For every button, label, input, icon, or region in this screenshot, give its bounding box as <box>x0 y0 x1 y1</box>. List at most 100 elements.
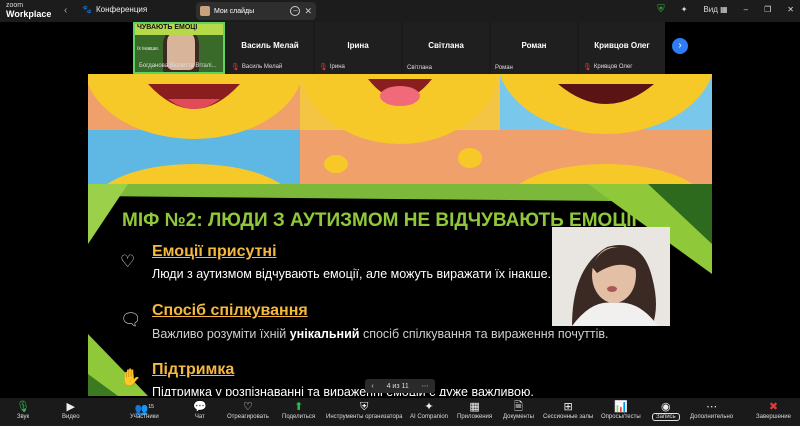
ai-label: AI Companion <box>410 414 449 420</box>
chat-button[interactable]: 💬 Чат <box>193 400 207 420</box>
logo-bottom: Workplace <box>6 9 52 19</box>
sparkle-icon[interactable]: ✦ <box>681 5 688 14</box>
speaker-figure <box>552 227 670 326</box>
ai-sparkle-icon: ✦ <box>424 401 434 413</box>
bar-chart-icon: 📊 <box>613 401 628 413</box>
participant-strip: ЧУВАЮТЬ ЕМОЦІ їх інакше. Богданова Віоле… <box>133 22 665 74</box>
participant-name: 🎙 Василь Мелай <box>231 64 283 71</box>
share-screen-icon: ⬆ <box>293 401 304 413</box>
window-restore-icon[interactable]: ❐ <box>764 5 771 14</box>
chat-icon: 🗨 <box>120 310 142 329</box>
slides-thumb-icon <box>200 6 210 16</box>
page-indicator: 4 из 11 <box>386 382 409 390</box>
shared-slide-subtext: їх інакше. <box>137 46 160 52</box>
polls-label: Опросы/тесты <box>601 414 641 420</box>
mic-muted-icon: 🎙 <box>583 64 592 71</box>
conference-tab[interactable]: 🐾 Конференция <box>82 5 147 14</box>
breakout-rooms-button[interactable]: ⊞ Сессионные залы <box>543 400 593 420</box>
participant-tile[interactable]: Василь Мелай 🎙 Василь Мелай <box>227 22 313 74</box>
title-bar: zoom Workplace ‹ 🐾 Конференция Мои слайд… <box>0 0 800 22</box>
ai-companion-button[interactable]: ✦ AI Companion <box>410 400 448 420</box>
audio-button[interactable]: 🎙 Звук <box>16 400 30 420</box>
heart-icon: ♡ <box>120 252 136 271</box>
shield-icon[interactable]: ⛨ <box>657 4 665 15</box>
window-close-icon[interactable]: ✕ <box>787 5 794 14</box>
participant-name: Богданова Віолетта Віталі... <box>139 63 217 69</box>
polls-button[interactable]: 📊 Опросы/тесты <box>601 400 641 420</box>
participant-tile-active[interactable]: ЧУВАЮТЬ ЕМОЦІ їх інакше. Богданова Віоле… <box>133 22 225 74</box>
item-heading: Спосіб спілкування <box>152 302 308 319</box>
record-label: Запись <box>652 413 680 421</box>
slide-emoji-image <box>88 74 712 184</box>
participants-button[interactable]: 👥15 Участники <box>130 400 159 420</box>
participants-label: Участники <box>130 414 159 420</box>
participant-name: 🎙 Ірина <box>319 64 345 71</box>
participant-name-center: Світлана <box>428 41 464 50</box>
more-label: Дополнительно <box>690 414 734 420</box>
shared-slide-banner: ЧУВАЮТЬ ЕМОЦІ <box>135 24 223 35</box>
camera-icon: ▶ <box>66 401 75 413</box>
end-label: Завершение <box>756 414 791 420</box>
mic-muted-icon: 🎙 <box>319 64 328 71</box>
close-icon[interactable]: ✕ <box>304 6 312 17</box>
participant-tile[interactable]: Ірина 🎙 Ірина <box>315 22 401 74</box>
audio-label: Звук <box>16 414 30 420</box>
end-call-icon: ✖ <box>768 401 779 413</box>
react-label: Отреагировать <box>227 414 269 420</box>
emoji-collage <box>88 74 712 184</box>
grid-icon: ⊞ <box>563 401 573 413</box>
apps-button[interactable]: ▦ Приложения <box>457 400 492 420</box>
more-button[interactable]: ⋯ Дополнительно <box>690 400 733 420</box>
video-button[interactable]: ▶ Видео <box>62 400 80 420</box>
hand-icon: ✋ <box>120 368 142 387</box>
participant-name-center: Роман <box>521 41 547 50</box>
docs-button[interactable]: 🗎 Документы <box>503 400 534 420</box>
slide-navigation: ‹ 4 из 11 ⋯ <box>365 379 435 393</box>
meeting-toolbar: 🎙 Звук ▶ Видео 👥15 Участники 💬 Чат ♡ Отреагир… <box>0 398 800 426</box>
heart-smile-icon: ♡ <box>242 401 253 413</box>
view-label: Вид <box>703 5 718 14</box>
item-text: Люди з аутизмом відчувають емоції, але м… <box>152 267 551 281</box>
item-heading: Підтримка <box>152 361 235 378</box>
docs-label: Документы <box>503 414 534 420</box>
share-button[interactable]: ⬆ Поделиться <box>282 400 315 420</box>
participant-tile[interactable]: Кривцов Олег 🎙 Кривцов Олег <box>579 22 665 74</box>
chat-icon: 💬 <box>193 401 207 413</box>
participants-icon: 👥15 <box>134 403 154 416</box>
participant-name-center: Василь Мелай <box>241 41 299 50</box>
apps-icon: ▦ <box>469 401 480 413</box>
minimize-icon[interactable]: – <box>290 6 301 16</box>
participant-name-center: Ірина <box>347 41 369 50</box>
chat-label: Чат <box>194 414 205 420</box>
participant-name: Світлана <box>407 65 432 71</box>
speaker-video[interactable] <box>552 227 670 326</box>
next-page-icon[interactable]: › <box>672 38 688 54</box>
my-slides-tab[interactable]: Мои слайды – ✕ <box>196 2 316 20</box>
participant-tile[interactable]: Світлана Світлана <box>403 22 489 74</box>
participant-name-center: Кривцов Олег <box>594 41 650 50</box>
apps-label: Приложения <box>457 414 493 420</box>
chevron-left-icon[interactable]: ‹ <box>371 383 373 390</box>
more-icon[interactable]: ⋯ <box>422 382 429 390</box>
microphone-icon: 🎙 <box>16 401 30 413</box>
item-text: Важливо розуміти їхній унікальний спосіб… <box>152 327 609 341</box>
window-minimize-icon[interactable]: – <box>744 5 748 14</box>
record-button[interactable]: ◉ Запись <box>652 400 680 421</box>
video-label: Видео <box>62 414 80 420</box>
host-tools-button[interactable]: ⛨ Инструменты организатора <box>326 400 402 420</box>
record-icon: ◉ <box>661 401 671 413</box>
host-tools-label: Инструменты организатора <box>326 414 403 420</box>
view-button[interactable]: Вид ▦ <box>703 5 727 14</box>
participant-name: Роман <box>495 65 513 71</box>
paw-icon: 🐾 <box>82 5 92 14</box>
share-label: Поделиться <box>282 414 316 420</box>
react-button[interactable]: ♡ Отреагировать <box>227 400 269 420</box>
end-button[interactable]: ✖ Завершение <box>756 400 791 420</box>
slides-tab-label: Мои слайды <box>214 7 255 15</box>
chevron-left-icon[interactable]: ‹ <box>64 5 67 16</box>
participant-tile[interactable]: Роман Роман <box>491 22 577 74</box>
participant-name: 🎙 Кривцов Олег <box>583 64 633 71</box>
breakout-label: Сессионные залы <box>543 414 594 420</box>
document-icon: 🗎 <box>514 401 523 413</box>
item-text: Підтримка у розпізнаванні та вираженні е… <box>152 385 534 396</box>
